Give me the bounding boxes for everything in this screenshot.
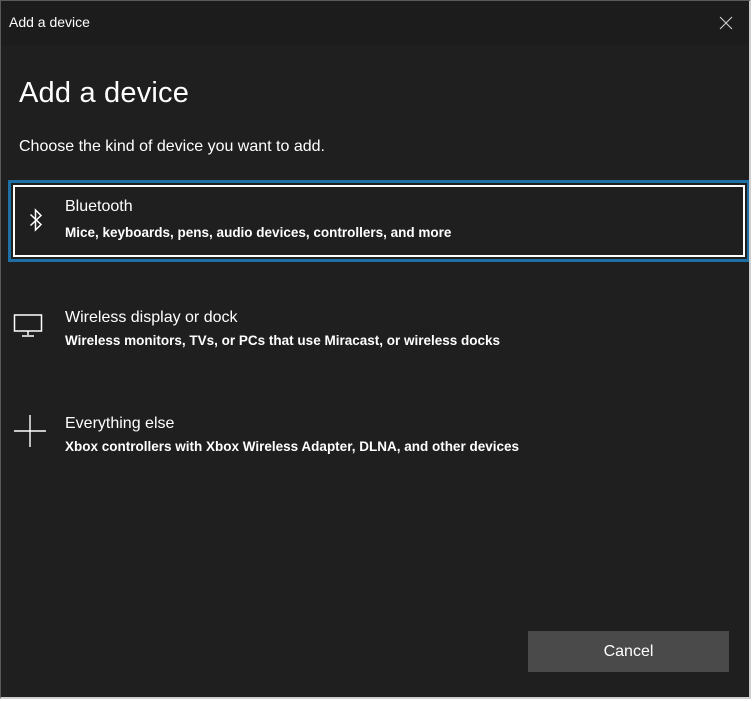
option-wireless-display[interactable]: Wireless display or dock Wireless monito…: [8, 299, 749, 359]
page-title: Add a device: [19, 77, 190, 109]
window-title: Add a device: [9, 14, 90, 30]
dialog-body: Add a device Choose the kind of device y…: [1, 45, 749, 697]
option-wireless-display-name: Wireless display or dock: [65, 309, 238, 326]
option-bluetooth[interactable]: Bluetooth Mice, keyboards, pens, audio d…: [8, 180, 749, 262]
cancel-button[interactable]: Cancel: [528, 631, 729, 672]
option-bluetooth-name: Bluetooth: [65, 198, 133, 215]
option-everything-else-name: Everything else: [65, 415, 175, 432]
bluetooth-icon: [25, 207, 47, 233]
page-subtitle: Choose the kind of device you want to ad…: [19, 138, 325, 155]
title-bar: Add a device: [1, 1, 749, 45]
option-bluetooth-description: Mice, keyboards, pens, audio devices, co…: [65, 225, 452, 240]
option-bluetooth-focus: Bluetooth Mice, keyboards, pens, audio d…: [13, 185, 745, 257]
monitor-icon: [13, 313, 43, 339]
close-button[interactable]: [703, 1, 749, 45]
plus-icon: [12, 413, 48, 449]
option-everything-else[interactable]: Everything else Xbox controllers with Xb…: [8, 405, 749, 465]
option-wireless-display-description: Wireless monitors, TVs, or PCs that use …: [65, 333, 501, 348]
close-icon: [719, 16, 733, 30]
option-everything-else-description: Xbox controllers with Xbox Wireless Adap…: [65, 439, 519, 454]
add-device-window: Add a device Add a device Choose the kin…: [0, 0, 751, 699]
